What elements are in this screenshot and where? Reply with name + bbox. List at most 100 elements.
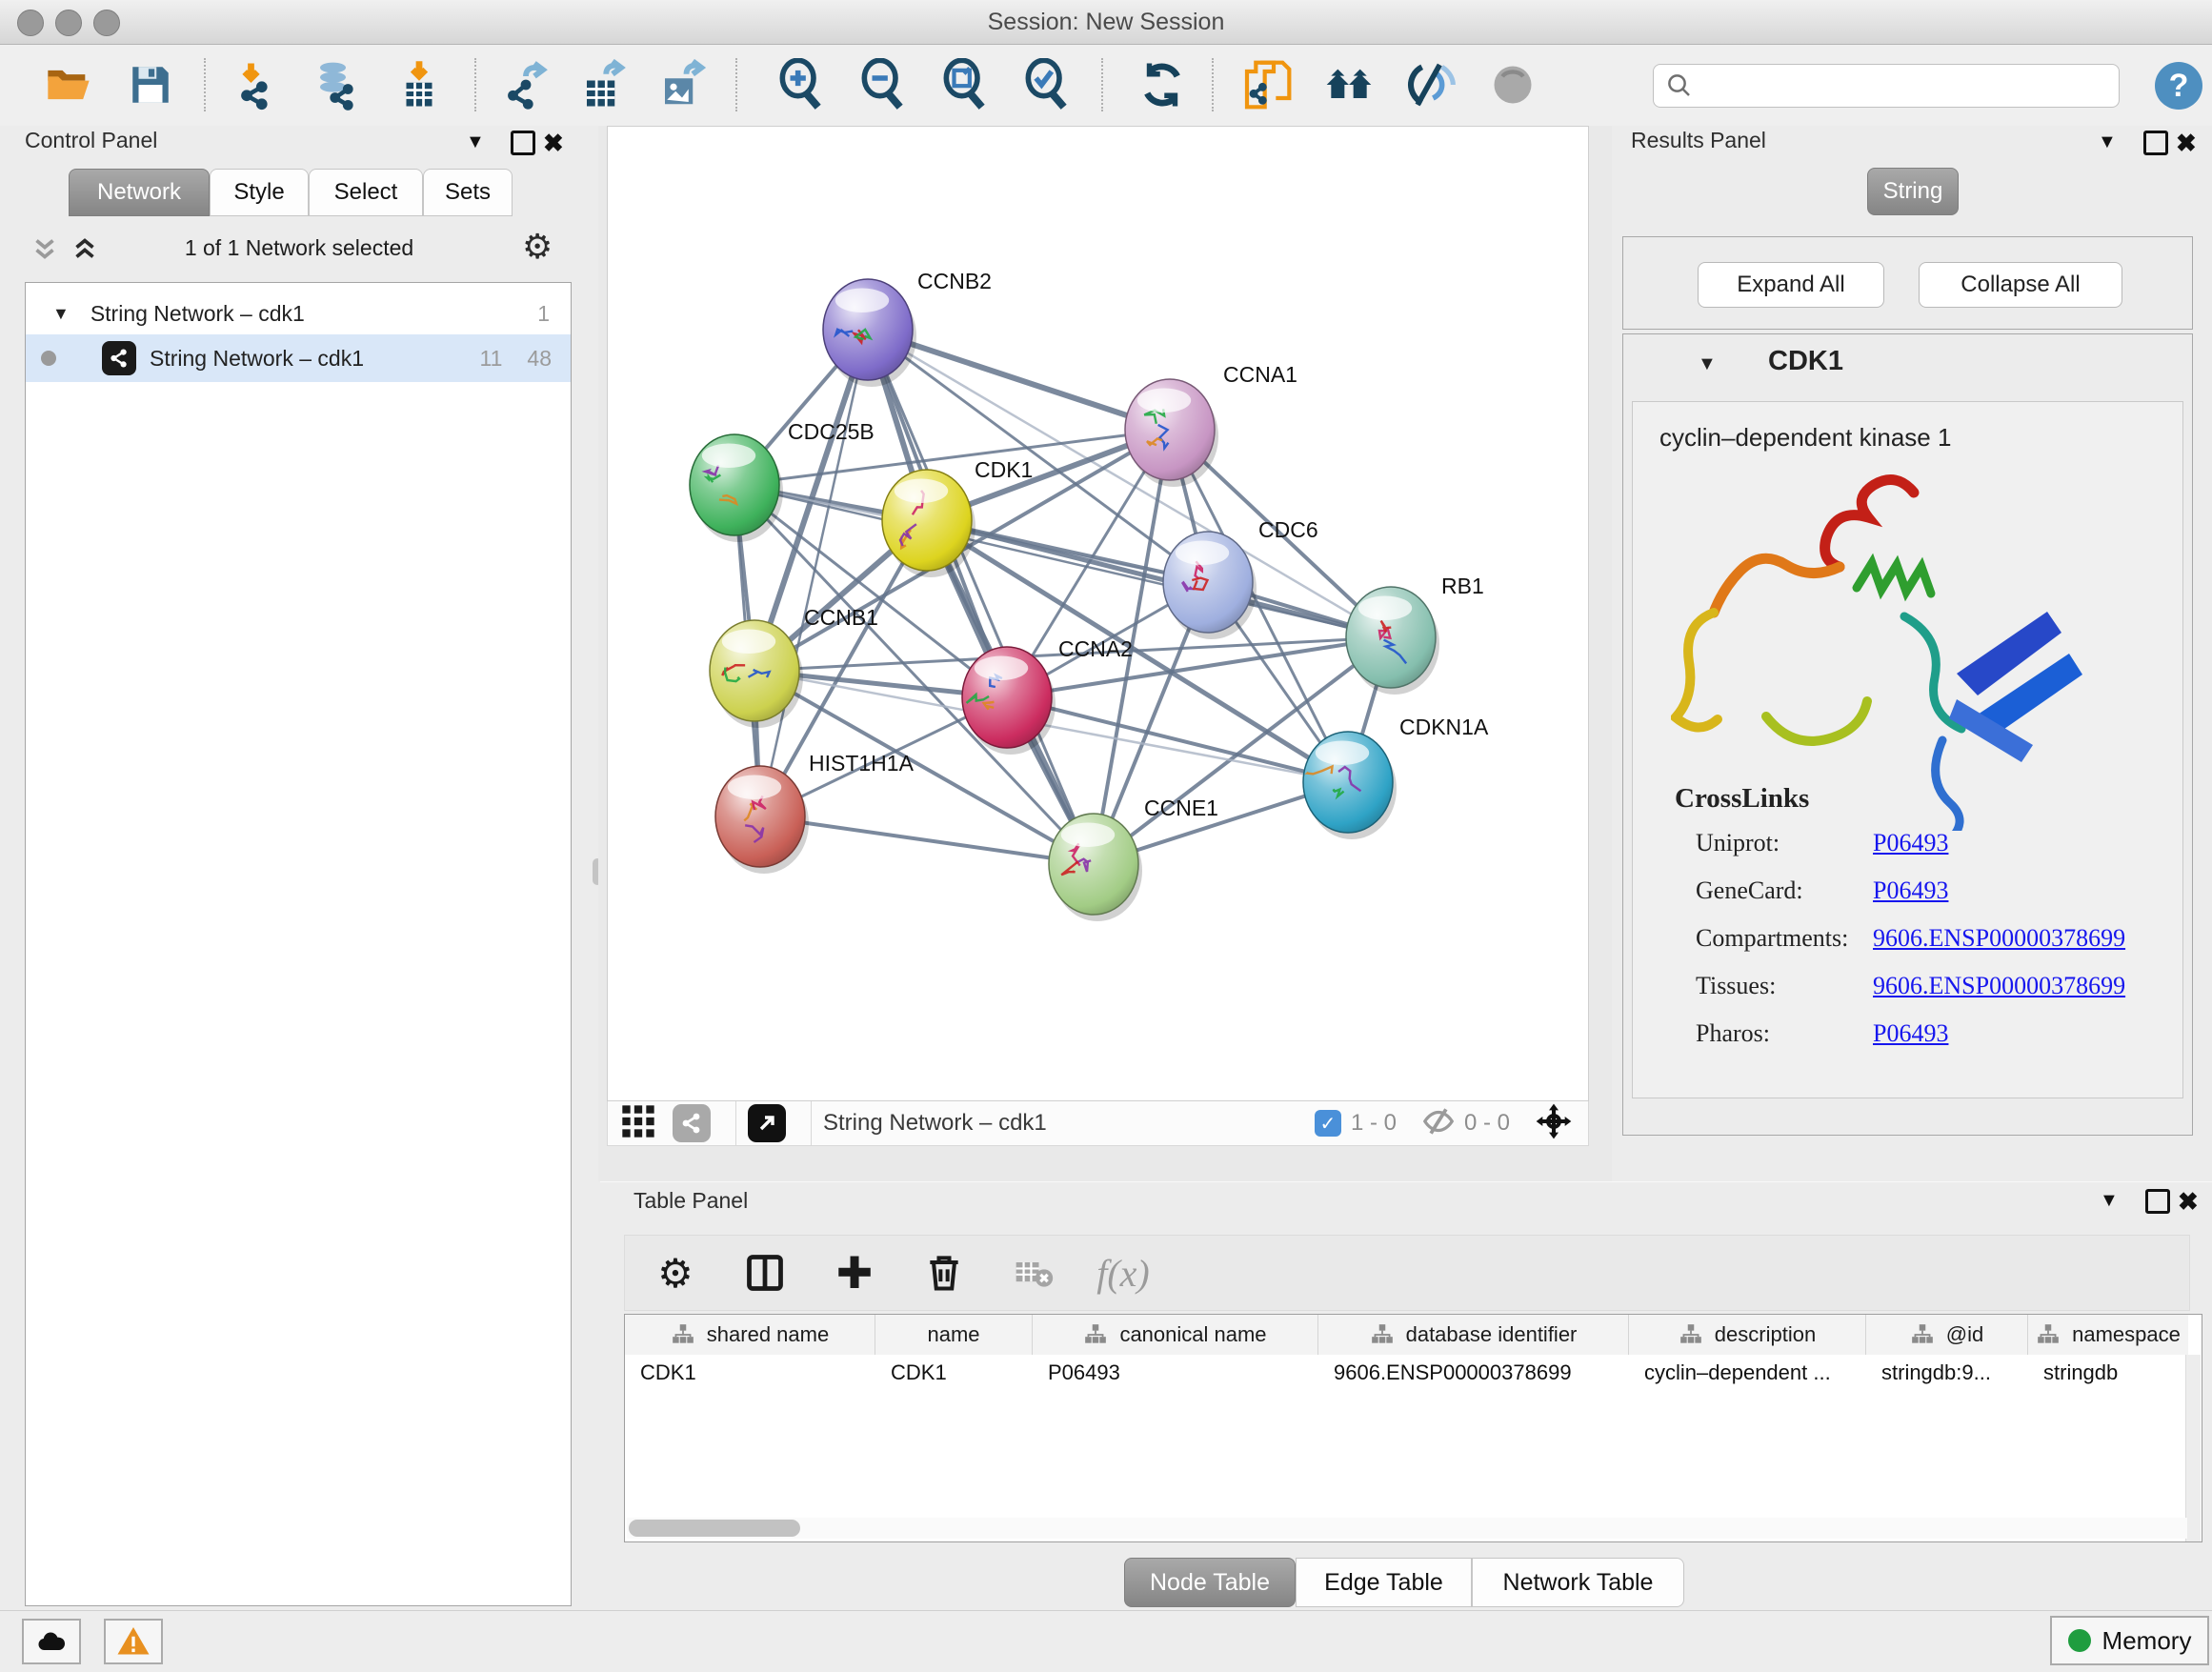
crosslink-label: Tissues: bbox=[1696, 972, 1776, 1000]
network-share-icon[interactable] bbox=[673, 1104, 711, 1142]
crosslink-genecard-link[interactable]: P06493 bbox=[1873, 876, 1948, 905]
network-tree: ▼ String Network – cdk1 1 String Network… bbox=[25, 282, 572, 1606]
table-horizontal-scrollbar[interactable] bbox=[627, 1518, 2187, 1539]
column-header[interactable]: @id bbox=[1866, 1315, 2028, 1355]
table-cell[interactable]: stringdb bbox=[2028, 1355, 2188, 1391]
table-cell[interactable]: cyclin–dependent ... bbox=[1629, 1355, 1866, 1391]
birdseye-grid-icon[interactable] bbox=[619, 1102, 657, 1145]
table-cell[interactable]: CDK1 bbox=[875, 1355, 1033, 1391]
network-node[interactable] bbox=[690, 434, 783, 542]
search-input[interactable] bbox=[1703, 72, 2107, 99]
tab-edge-table[interactable]: Edge Table bbox=[1296, 1558, 1472, 1607]
string-enhance-icon[interactable] bbox=[1404, 58, 1458, 111]
column-header[interactable]: database identifier bbox=[1318, 1315, 1629, 1355]
column-header[interactable]: description bbox=[1629, 1315, 1866, 1355]
add-column-icon[interactable]: ✚ bbox=[827, 1245, 882, 1300]
close-panel-icon[interactable]: ✖ bbox=[2178, 1187, 2199, 1217]
export-network-icon[interactable] bbox=[499, 58, 553, 111]
zoom-in-icon[interactable] bbox=[774, 58, 827, 111]
table-cell[interactable]: 9606.ENSP00000378699 bbox=[1318, 1355, 1629, 1391]
network-node[interactable] bbox=[1125, 379, 1218, 487]
tab-select[interactable]: Select bbox=[309, 169, 423, 216]
tab-sets[interactable]: Sets bbox=[423, 169, 513, 216]
string-import-icon[interactable] bbox=[1240, 58, 1294, 111]
zoom-selected-icon[interactable] bbox=[1019, 58, 1073, 111]
network-node[interactable] bbox=[1163, 532, 1257, 639]
network-node[interactable] bbox=[1049, 814, 1142, 921]
node-table[interactable]: shared name name canonical name database… bbox=[624, 1314, 2202, 1542]
network-collection-row[interactable]: ▼ String Network – cdk1 1 bbox=[26, 292, 571, 334]
fit-selected-crosshair-icon[interactable] bbox=[1535, 1102, 1573, 1145]
network-node[interactable] bbox=[882, 470, 975, 577]
import-network-file-icon[interactable] bbox=[229, 58, 282, 111]
string-home-icon[interactable] bbox=[1322, 58, 1376, 111]
crosslink-compartments-link[interactable]: 9606.ENSP00000378699 bbox=[1873, 924, 2125, 953]
tab-string[interactable]: String bbox=[1867, 168, 1959, 215]
cloud-status-button[interactable] bbox=[22, 1619, 81, 1664]
export-image-icon[interactable] bbox=[655, 58, 709, 111]
import-network-database-icon[interactable] bbox=[311, 58, 364, 111]
expand-all-button[interactable]: Expand All bbox=[1698, 262, 1884, 308]
tab-node-table[interactable]: Node Table bbox=[1124, 1558, 1296, 1607]
maximize-panel-icon[interactable] bbox=[2143, 131, 2168, 155]
gear-icon[interactable]: ⚙ bbox=[648, 1245, 703, 1300]
save-session-icon[interactable] bbox=[124, 58, 177, 111]
network-node[interactable] bbox=[715, 766, 809, 874]
tab-style[interactable]: Style bbox=[210, 169, 309, 216]
warning-status-button[interactable] bbox=[104, 1619, 163, 1664]
import-table-file-icon[interactable] bbox=[392, 58, 446, 111]
open-session-icon[interactable] bbox=[42, 58, 95, 111]
memory-button[interactable]: Memory bbox=[2050, 1616, 2209, 1665]
crosslink-uniprot-link[interactable]: P06493 bbox=[1873, 829, 1948, 857]
cloud-icon bbox=[34, 1624, 69, 1659]
network-node[interactable] bbox=[1346, 587, 1439, 695]
maximize-panel-icon[interactable] bbox=[511, 131, 535, 155]
refresh-icon[interactable] bbox=[1136, 58, 1189, 111]
close-panel-icon[interactable]: ✖ bbox=[2176, 129, 2197, 158]
scrollbar-thumb[interactable] bbox=[629, 1520, 800, 1537]
help-button[interactable]: ? bbox=[2155, 62, 2202, 110]
network-row[interactable]: String Network – cdk1 11 48 bbox=[26, 334, 571, 382]
tab-network-table[interactable]: Network Table bbox=[1472, 1558, 1684, 1607]
function-builder-icon[interactable]: f(x) bbox=[1096, 1245, 1151, 1300]
zoom-out-icon[interactable] bbox=[855, 58, 909, 111]
collapse-triangle-icon[interactable]: ▼ bbox=[52, 304, 70, 324]
hidden-eye-icon[interactable] bbox=[1420, 1103, 1457, 1144]
node-label: CCNB2 bbox=[917, 269, 992, 293]
column-header[interactable]: name bbox=[875, 1315, 1033, 1355]
network-graph[interactable]: CCNB2CCNA1CDC25BCDK1CDC6RB1CCNB1CCNA2CDK… bbox=[608, 127, 1588, 1100]
delete-table-icon[interactable] bbox=[1006, 1245, 1061, 1300]
float-panel-icon[interactable]: ▼ bbox=[2098, 131, 2117, 153]
gene-details: cyclin–dependent kinase 1 CrossLinks Uni… bbox=[1632, 401, 2183, 1098]
float-panel-icon[interactable]: ▼ bbox=[2100, 1190, 2119, 1212]
column-header[interactable]: namespace bbox=[2028, 1315, 2188, 1355]
float-panel-icon[interactable]: ▼ bbox=[466, 131, 485, 153]
collapse-all-button[interactable]: Collapse All bbox=[1919, 262, 2122, 308]
zoom-fit-icon[interactable] bbox=[937, 58, 991, 111]
crosslink-pharos-link[interactable]: P06493 bbox=[1873, 1019, 1948, 1048]
export-table-icon[interactable] bbox=[577, 58, 631, 111]
tab-network[interactable]: Network bbox=[69, 169, 210, 216]
maximize-panel-icon[interactable] bbox=[2145, 1189, 2170, 1214]
table-cell[interactable]: CDK1 bbox=[625, 1355, 875, 1391]
table-cell[interactable]: stringdb:9... bbox=[1866, 1355, 2028, 1391]
network-node[interactable] bbox=[823, 279, 916, 387]
detach-view-icon[interactable] bbox=[748, 1104, 786, 1142]
close-panel-icon[interactable]: ✖ bbox=[543, 129, 564, 158]
table-vertical-scrollbar[interactable] bbox=[2185, 1355, 2201, 1541]
column-header[interactable]: shared name bbox=[625, 1315, 875, 1355]
delete-column-icon[interactable] bbox=[916, 1245, 972, 1300]
network-node[interactable] bbox=[710, 620, 803, 728]
column-header[interactable]: canonical name bbox=[1033, 1315, 1318, 1355]
window-title: Session: New Session bbox=[0, 9, 2212, 36]
gear-icon[interactable]: ⚙ bbox=[522, 227, 553, 267]
split-columns-icon[interactable] bbox=[737, 1245, 793, 1300]
crosslink-tissues-link[interactable]: 9606.ENSP00000378699 bbox=[1873, 972, 2125, 1000]
table-cell[interactable]: P06493 bbox=[1033, 1355, 1318, 1391]
collapse-triangle-icon[interactable]: ▼ bbox=[1698, 353, 1717, 375]
search-box[interactable] bbox=[1653, 64, 2120, 108]
network-node[interactable] bbox=[1303, 732, 1397, 839]
grey-eye-icon[interactable] bbox=[1486, 58, 1539, 111]
network-canvas[interactable]: CCNB2CCNA1CDC25BCDK1CDC6RB1CCNB1CCNA2CDK… bbox=[607, 126, 1589, 1101]
selected-checkbox-icon[interactable]: ✓ bbox=[1315, 1110, 1341, 1137]
